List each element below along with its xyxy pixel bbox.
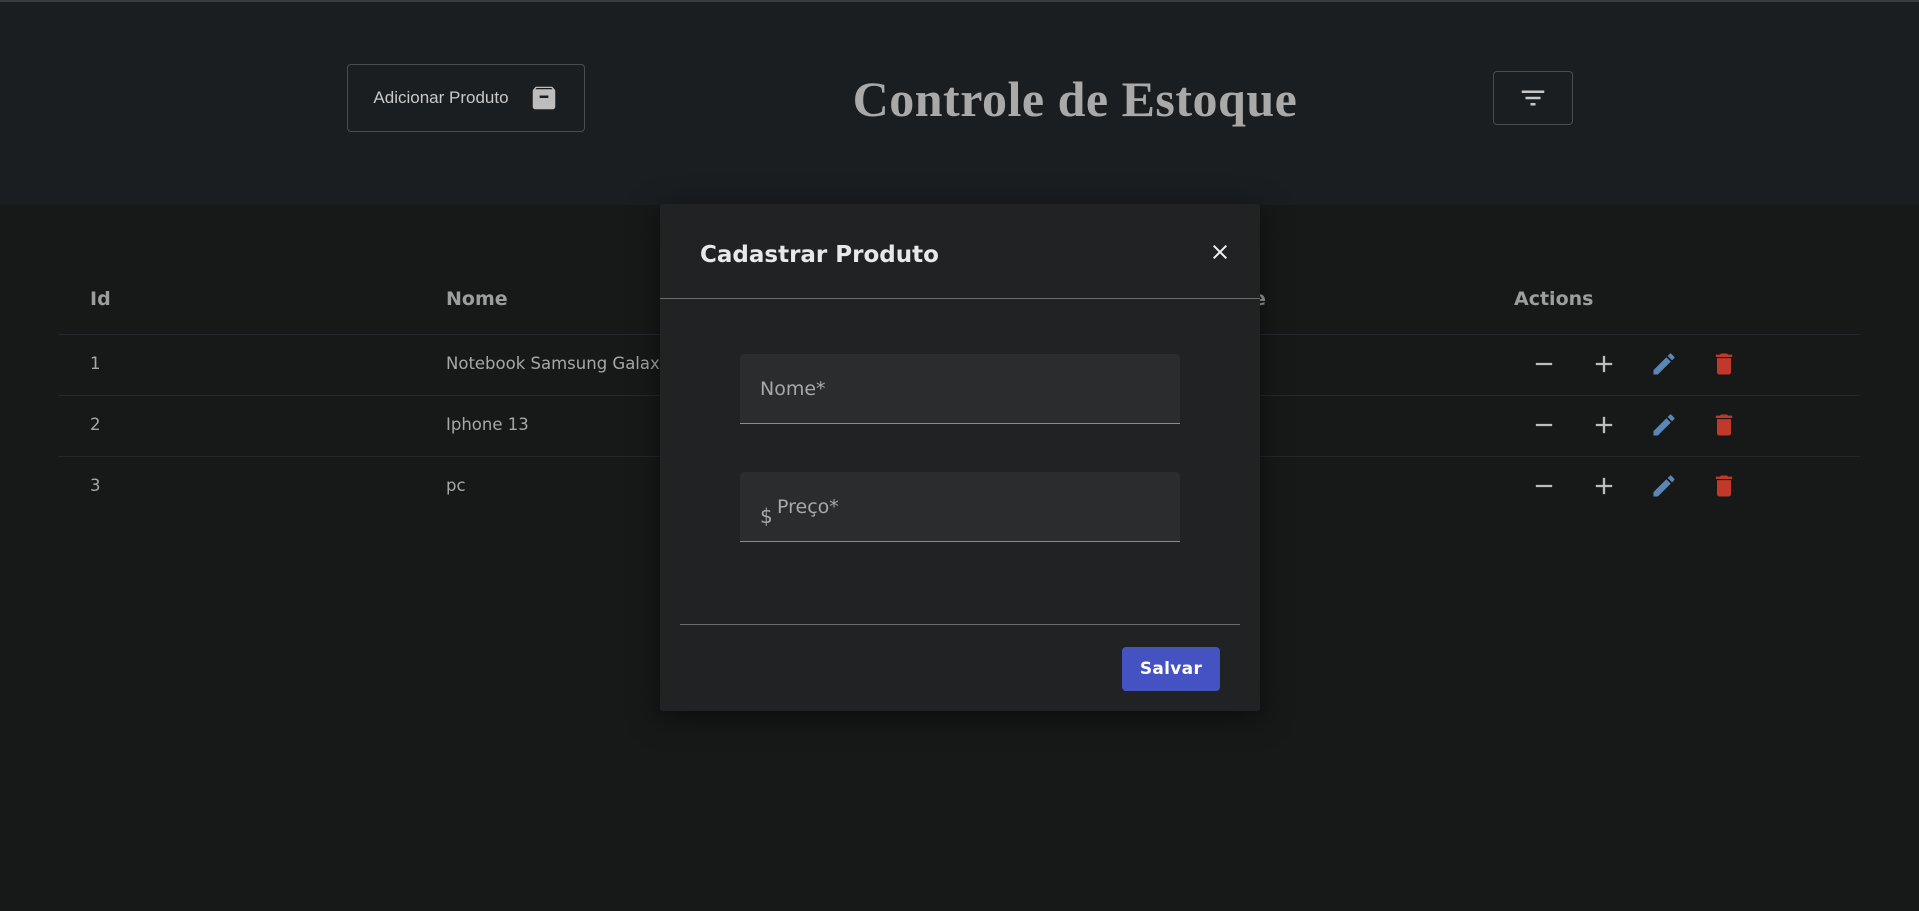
minus-icon[interactable] xyxy=(1530,472,1558,500)
cell-id: 2 xyxy=(90,415,101,434)
dialog-title: Cadastrar Produto xyxy=(700,242,939,268)
plus-icon[interactable] xyxy=(1590,411,1618,439)
add-product-button[interactable]: Adicionar Produto xyxy=(347,64,585,132)
save-button[interactable]: Salvar xyxy=(1122,647,1220,691)
cell-id: 1 xyxy=(90,354,101,373)
filter-icon xyxy=(1521,90,1545,106)
edit-icon[interactable] xyxy=(1650,411,1678,439)
cell-nome: pc xyxy=(446,476,466,495)
plus-icon[interactable] xyxy=(1590,472,1618,500)
dialog-divider xyxy=(660,298,1260,299)
preco-field-label: Preço* xyxy=(777,496,839,518)
preco-field[interactable]: $ Preço* xyxy=(740,472,1180,542)
edit-icon[interactable] xyxy=(1650,350,1678,378)
close-icon[interactable] xyxy=(1208,240,1232,264)
cell-id: 3 xyxy=(90,476,101,495)
delete-icon[interactable] xyxy=(1710,472,1738,500)
plus-icon[interactable] xyxy=(1590,350,1618,378)
currency-prefix: $ xyxy=(760,504,773,528)
cell-nome: Iphone 13 xyxy=(446,415,529,434)
delete-icon[interactable] xyxy=(1710,411,1738,439)
app-header: Adicionar Produto Controle de Estoque xyxy=(0,2,1919,205)
dialog-divider xyxy=(680,624,1240,625)
add-product-label: Adicionar Produto xyxy=(373,88,509,107)
nome-field-label: Nome* xyxy=(760,378,826,400)
column-header-id: Id xyxy=(90,288,111,310)
column-header-actions: Actions xyxy=(1514,288,1594,310)
minus-icon[interactable] xyxy=(1530,350,1558,378)
page-title: Controle de Estoque xyxy=(852,71,1298,127)
filter-button[interactable] xyxy=(1493,71,1573,125)
nome-field[interactable]: Nome* xyxy=(740,354,1180,424)
edit-icon[interactable] xyxy=(1650,472,1678,500)
register-product-dialog: Cadastrar Produto Nome* $ Preço* Salvar xyxy=(660,204,1260,711)
cell-nome: Notebook Samsung Galaxy xyxy=(446,354,670,373)
delete-icon[interactable] xyxy=(1710,350,1738,378)
column-header-nome: Nome xyxy=(446,288,508,310)
minus-icon[interactable] xyxy=(1530,411,1558,439)
archive-icon xyxy=(532,86,555,110)
